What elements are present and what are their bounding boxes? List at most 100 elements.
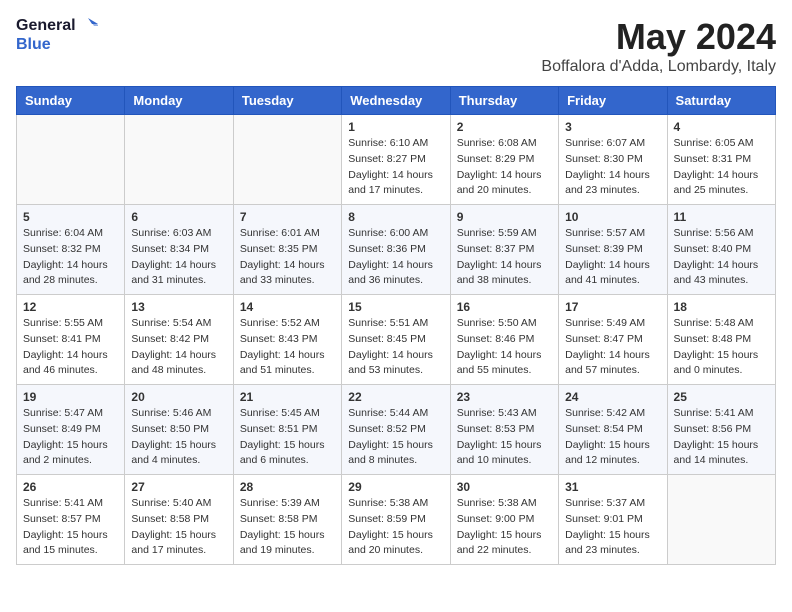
day-info: Sunrise: 5:54 AM Sunset: 8:42 PM Dayligh… xyxy=(131,316,226,379)
day-info: Sunrise: 5:50 AM Sunset: 8:46 PM Dayligh… xyxy=(457,316,552,379)
day-number: 1 xyxy=(348,120,443,134)
day-info: Sunrise: 5:56 AM Sunset: 8:40 PM Dayligh… xyxy=(674,226,769,289)
day-info: Sunrise: 6:03 AM Sunset: 8:34 PM Dayligh… xyxy=(131,226,226,289)
calendar-day-4: 4 Sunrise: 6:05 AM Sunset: 8:31 PM Daylig… xyxy=(667,115,775,205)
weekday-header-tuesday: Tuesday xyxy=(233,87,341,115)
day-info: Sunrise: 5:57 AM Sunset: 8:39 PM Dayligh… xyxy=(565,226,660,289)
calendar-day-22: 22 Sunrise: 5:44 AM Sunset: 8:52 PM Dayli… xyxy=(342,385,450,475)
day-number: 13 xyxy=(131,300,226,314)
day-info: Sunrise: 5:41 AM Sunset: 8:57 PM Dayligh… xyxy=(23,496,118,559)
day-number: 22 xyxy=(348,390,443,404)
calendar-day-20: 20 Sunrise: 5:46 AM Sunset: 8:50 PM Dayli… xyxy=(125,385,233,475)
calendar-day-24: 24 Sunrise: 5:42 AM Sunset: 8:54 PM Dayli… xyxy=(559,385,667,475)
day-info: Sunrise: 5:47 AM Sunset: 8:49 PM Dayligh… xyxy=(23,406,118,469)
calendar-day-12: 12Sunrise: 5:55 AM Sunset: 8:41 PM Dayli… xyxy=(17,295,125,385)
day-info: Sunrise: 5:46 AM Sunset: 8:50 PM Dayligh… xyxy=(131,406,226,469)
day-number: 31 xyxy=(565,480,660,494)
calendar-day-11: 11 Sunrise: 5:56 AM Sunset: 8:40 PM Dayli… xyxy=(667,205,775,295)
day-number: 23 xyxy=(457,390,552,404)
day-number: 16 xyxy=(457,300,552,314)
day-info: Sunrise: 5:43 AM Sunset: 8:53 PM Dayligh… xyxy=(457,406,552,469)
calendar-empty-cell xyxy=(667,475,775,565)
day-number: 6 xyxy=(131,210,226,224)
day-number: 17 xyxy=(565,300,660,314)
day-number: 3 xyxy=(565,120,660,134)
calendar-day-26: 26 Sunrise: 5:41 AM Sunset: 8:57 PM Dayli… xyxy=(17,475,125,565)
calendar-day-17: 17 Sunrise: 5:49 AM Sunset: 8:47 PM Dayli… xyxy=(559,295,667,385)
day-number: 27 xyxy=(131,480,226,494)
day-number: 10 xyxy=(565,210,660,224)
weekday-header-sunday: Sunday xyxy=(17,87,125,115)
calendar-day-30: 30 Sunrise: 5:38 AM Sunset: 9:00 PM Dayli… xyxy=(450,475,558,565)
month-title: May 2024 xyxy=(541,16,776,58)
calendar-day-7: 7Sunrise: 6:01 AM Sunset: 8:35 PM Daylig… xyxy=(233,205,341,295)
day-info: Sunrise: 5:38 AM Sunset: 9:00 PM Dayligh… xyxy=(457,496,552,559)
day-info: Sunrise: 5:37 AM Sunset: 9:01 PM Dayligh… xyxy=(565,496,660,559)
calendar-day-21: 21Sunrise: 5:45 AM Sunset: 8:51 PM Dayli… xyxy=(233,385,341,475)
calendar-table: SundayMondayTuesdayWednesdayThursdayFrid… xyxy=(16,86,776,565)
calendar-day-19: 19 Sunrise: 5:47 AM Sunset: 8:49 PM Dayli… xyxy=(17,385,125,475)
day-number: 20 xyxy=(131,390,226,404)
logo-blue: Blue xyxy=(16,36,51,54)
day-info: Sunrise: 5:59 AM Sunset: 8:37 PM Dayligh… xyxy=(457,226,552,289)
day-info: Sunrise: 5:41 AM Sunset: 8:56 PM Dayligh… xyxy=(674,406,769,469)
day-info: Sunrise: 6:10 AM Sunset: 8:27 PM Dayligh… xyxy=(348,136,443,199)
day-info: Sunrise: 5:51 AM Sunset: 8:45 PM Dayligh… xyxy=(348,316,443,379)
day-info: Sunrise: 5:52 AM Sunset: 8:43 PM Dayligh… xyxy=(240,316,335,379)
logo-bird-icon xyxy=(78,16,98,36)
calendar-day-10: 10 Sunrise: 5:57 AM Sunset: 8:39 PM Dayli… xyxy=(559,205,667,295)
day-info: Sunrise: 5:48 AM Sunset: 8:48 PM Dayligh… xyxy=(674,316,769,379)
day-number: 19 xyxy=(23,390,118,404)
calendar-day-3: 3Sunrise: 6:07 AM Sunset: 8:30 PM Daylig… xyxy=(559,115,667,205)
day-info: Sunrise: 6:08 AM Sunset: 8:29 PM Dayligh… xyxy=(457,136,552,199)
day-info: Sunrise: 5:55 AM Sunset: 8:41 PM Dayligh… xyxy=(23,316,118,379)
day-number: 8 xyxy=(348,210,443,224)
day-number: 28 xyxy=(240,480,335,494)
weekday-header-friday: Friday xyxy=(559,87,667,115)
day-number: 9 xyxy=(457,210,552,224)
day-info: Sunrise: 5:44 AM Sunset: 8:52 PM Dayligh… xyxy=(348,406,443,469)
day-number: 4 xyxy=(674,120,769,134)
day-number: 18 xyxy=(674,300,769,314)
day-number: 24 xyxy=(565,390,660,404)
title-block: May 2024 Boffalora d'Adda, Lombardy, Ita… xyxy=(541,16,776,76)
weekday-header-saturday: Saturday xyxy=(667,87,775,115)
calendar-empty-cell xyxy=(233,115,341,205)
calendar-day-5: 5 Sunrise: 6:04 AM Sunset: 8:32 PM Daylig… xyxy=(17,205,125,295)
calendar-day-29: 29Sunrise: 5:38 AM Sunset: 8:59 PM Dayli… xyxy=(342,475,450,565)
calendar-week-row: 12Sunrise: 5:55 AM Sunset: 8:41 PM Dayli… xyxy=(17,295,776,385)
day-number: 25 xyxy=(674,390,769,404)
weekday-header-row: SundayMondayTuesdayWednesdayThursdayFrid… xyxy=(17,87,776,115)
calendar-day-9: 9 Sunrise: 5:59 AM Sunset: 8:37 PM Daylig… xyxy=(450,205,558,295)
calendar-empty-cell xyxy=(125,115,233,205)
calendar-day-13: 13 Sunrise: 5:54 AM Sunset: 8:42 PM Dayli… xyxy=(125,295,233,385)
calendar-week-row: 1 Sunrise: 6:10 AM Sunset: 8:27 PM Daylig… xyxy=(17,115,776,205)
weekday-header-monday: Monday xyxy=(125,87,233,115)
day-info: Sunrise: 5:38 AM Sunset: 8:59 PM Dayligh… xyxy=(348,496,443,559)
calendar-week-row: 26 Sunrise: 5:41 AM Sunset: 8:57 PM Dayli… xyxy=(17,475,776,565)
day-number: 26 xyxy=(23,480,118,494)
day-info: Sunrise: 5:39 AM Sunset: 8:58 PM Dayligh… xyxy=(240,496,335,559)
logo-general: General xyxy=(16,17,76,35)
calendar-week-row: 19 Sunrise: 5:47 AM Sunset: 8:49 PM Dayli… xyxy=(17,385,776,475)
day-info: Sunrise: 6:05 AM Sunset: 8:31 PM Dayligh… xyxy=(674,136,769,199)
day-info: Sunrise: 5:42 AM Sunset: 8:54 PM Dayligh… xyxy=(565,406,660,469)
logo: General Blue xyxy=(16,16,98,54)
page-header: General Blue May 2024 Boffalora d'Adda, … xyxy=(16,16,776,76)
day-number: 7 xyxy=(240,210,335,224)
calendar-day-25: 25 Sunrise: 5:41 AM Sunset: 8:56 PM Dayli… xyxy=(667,385,775,475)
day-info: Sunrise: 5:49 AM Sunset: 8:47 PM Dayligh… xyxy=(565,316,660,379)
day-number: 11 xyxy=(674,210,769,224)
calendar-day-6: 6 Sunrise: 6:03 AM Sunset: 8:34 PM Daylig… xyxy=(125,205,233,295)
weekday-header-wednesday: Wednesday xyxy=(342,87,450,115)
weekday-header-thursday: Thursday xyxy=(450,87,558,115)
day-info: Sunrise: 6:04 AM Sunset: 8:32 PM Dayligh… xyxy=(23,226,118,289)
day-number: 5 xyxy=(23,210,118,224)
calendar-day-27: 27Sunrise: 5:40 AM Sunset: 8:58 PM Dayli… xyxy=(125,475,233,565)
day-number: 15 xyxy=(348,300,443,314)
calendar-day-18: 18 Sunrise: 5:48 AM Sunset: 8:48 PM Dayli… xyxy=(667,295,775,385)
day-number: 14 xyxy=(240,300,335,314)
day-number: 30 xyxy=(457,480,552,494)
calendar-day-14: 14 Sunrise: 5:52 AM Sunset: 8:43 PM Dayli… xyxy=(233,295,341,385)
day-number: 21 xyxy=(240,390,335,404)
